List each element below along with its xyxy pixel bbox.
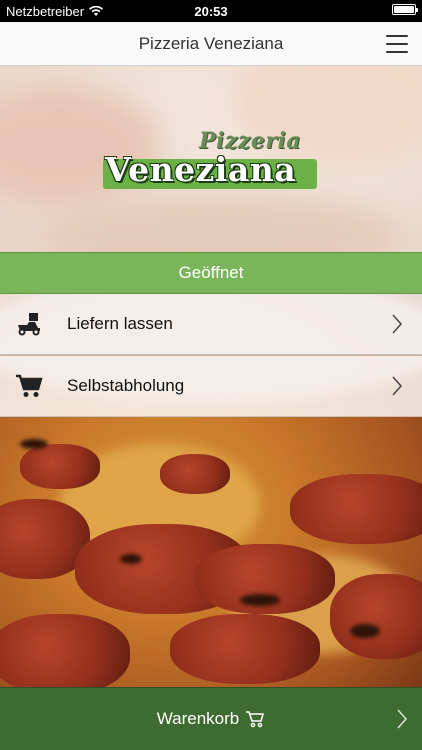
shopping-cart-icon [16, 374, 43, 397]
cart-content: Warenkorb [157, 709, 266, 729]
pizzeria-logo: Pizzeria Veneziana [103, 128, 319, 190]
battery-level [394, 6, 414, 13]
cart-button[interactable]: Warenkorb [0, 687, 422, 750]
delivery-scooter-icon [18, 313, 40, 336]
option-pickup-label: Selbstabholung [67, 376, 185, 395]
battery-icon [392, 4, 418, 15]
chevron-right-icon [392, 314, 402, 334]
page-title: Pizzeria Veneziana [138, 33, 284, 53]
status-bar: Netzbetreiber 20:53 [0, 0, 422, 22]
option-delivery[interactable]: Liefern lassen [0, 294, 422, 355]
status-time: 20:53 [194, 4, 228, 19]
chevron-right-icon [397, 709, 407, 729]
hero-banner: Pizzeria Veneziana [0, 66, 422, 252]
hamburger-menu-icon[interactable] [386, 35, 408, 53]
chevron-right-icon [392, 376, 402, 396]
open-status-banner: Geöffnet [0, 252, 422, 294]
option-pickup[interactable]: Selbstabholung [0, 356, 422, 417]
logo-main-text: Veneziana [105, 150, 297, 189]
cart-label: Warenkorb [156, 709, 240, 728]
cart-icon [246, 711, 265, 728]
option-delivery-label: Liefern lassen [67, 314, 173, 333]
status-right [392, 4, 418, 15]
nav-bar: Pizzeria Veneziana [0, 22, 422, 66]
open-status-label: Geöffnet [178, 263, 244, 282]
